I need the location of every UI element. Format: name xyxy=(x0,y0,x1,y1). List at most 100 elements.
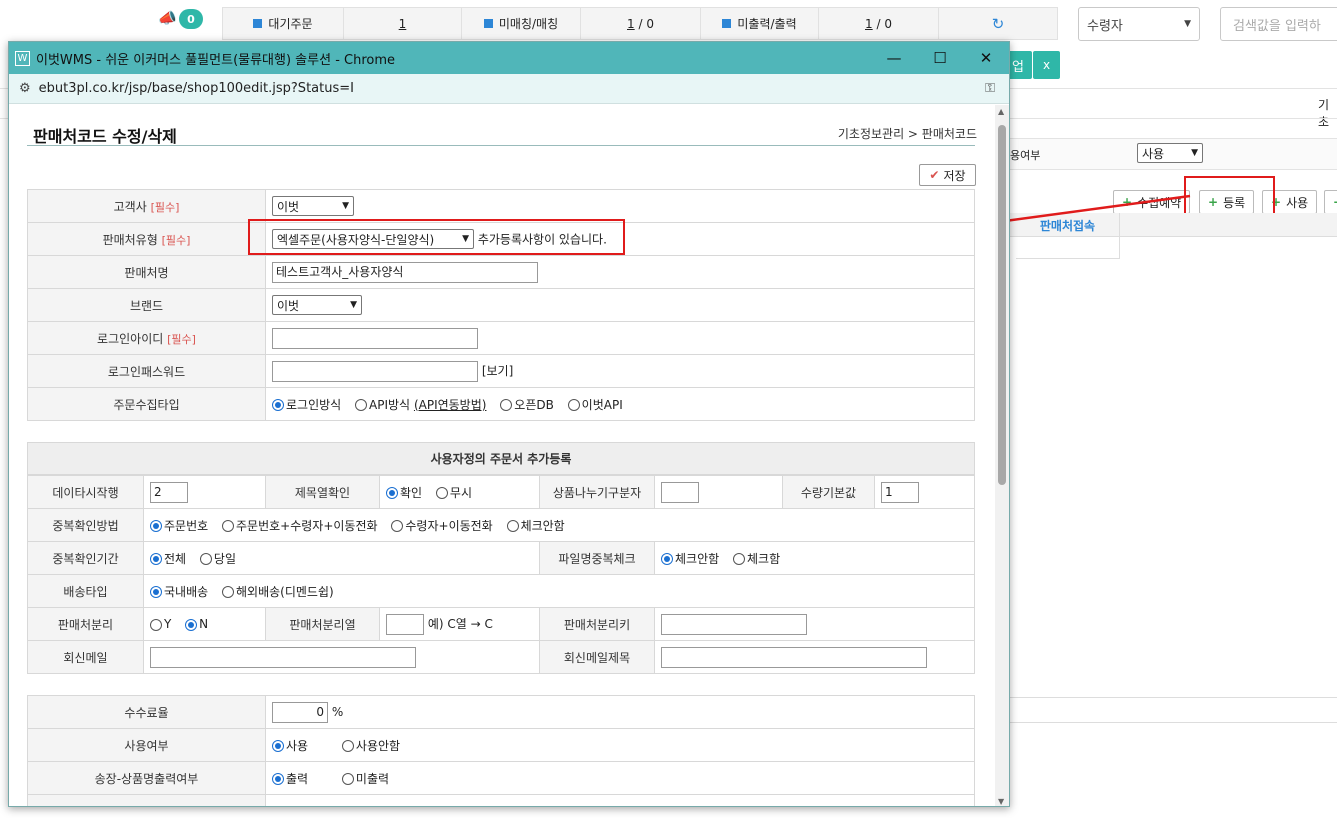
table-row: 판매처분리 Y N 판매처분리열 예) C열 → C 판매처분리키 xyxy=(27,607,975,641)
loginid-cell xyxy=(265,321,975,355)
close-icon[interactable]: ✕ xyxy=(963,42,1009,74)
qty-default-label: 수량기본값 xyxy=(782,475,875,509)
dup-none-radio[interactable]: 체크안함 xyxy=(506,519,565,533)
scroll-down-icon[interactable]: ▼ xyxy=(998,797,1004,806)
collect-ebutapi-radio[interactable]: 이벗API xyxy=(567,398,623,412)
brand-select[interactable]: 이벗 ▼ xyxy=(272,295,362,315)
dup-period-today-radio[interactable]: 당일 xyxy=(199,552,236,566)
shopname-input[interactable]: 테스트고객사_사용자양식 xyxy=(272,261,538,283)
collect-opendb-radio[interactable]: 오픈DB xyxy=(500,398,554,412)
bg-right-label: 기초 xyxy=(1318,98,1330,129)
shop-sep-y-radio[interactable]: Y xyxy=(150,617,171,631)
stat-waiting-value[interactable]: 1 xyxy=(344,8,462,39)
api-guide-link[interactable]: (API연동방법) xyxy=(414,398,487,412)
split-input[interactable] xyxy=(661,481,699,503)
fee-cell: 0 % xyxy=(265,695,975,729)
site-info-icon[interactable]: ⚙ xyxy=(19,81,31,96)
popup-titlebar[interactable]: W 이벗WMS - 쉬운 이커머스 풀필먼트(물류대행) 솔루션 - Chrom… xyxy=(9,42,1009,74)
address-bar[interactable]: ⚙ ebut3pl.co.kr/jsp/base/shop100edit.jsp… xyxy=(9,74,1009,104)
qty-default-input[interactable]: 1 xyxy=(881,481,919,503)
invoice-print-radio[interactable]: 출력 xyxy=(272,772,308,786)
shop-sep-key-cell xyxy=(654,607,975,641)
bg-bottom-divider xyxy=(1008,697,1337,698)
shopname-label: 판매처명 xyxy=(27,255,266,289)
title-col-ignore-radio[interactable]: 무시 xyxy=(435,486,472,500)
password-key-icon[interactable]: ⚿ xyxy=(985,81,995,96)
ship-domestic-radio[interactable]: 국내배송 xyxy=(150,585,208,599)
use-yes-radio[interactable]: 사용 xyxy=(272,739,308,753)
table-row: 브랜드 이벗 ▼ xyxy=(27,288,975,322)
popup-scrollbar[interactable]: ▲ ▼ xyxy=(995,105,1009,806)
use-no-radio[interactable]: 사용안함 xyxy=(341,739,400,753)
reply-mail-cell xyxy=(143,640,540,674)
more-button[interactable]: + xyxy=(1324,190,1337,214)
shop-sep-col-label: 판매처분리열 xyxy=(265,607,380,641)
dup-order-radio[interactable]: 주문번호 xyxy=(150,519,208,533)
popup-window: W 이벗WMS - 쉬운 이커머스 풀필먼트(물류대행) 솔루션 - Chrom… xyxy=(8,41,1010,807)
view-password-link[interactable]: [보기] xyxy=(482,364,513,378)
customer-select[interactable]: 이벗 ▼ xyxy=(272,196,354,216)
use-cell: 사용 사용안함 xyxy=(265,728,975,762)
file-dup-off-radio[interactable]: 체크안함 xyxy=(661,552,719,566)
table-row: 사용여부 사용 사용안함 xyxy=(27,728,975,762)
app-logo-icon: W xyxy=(15,50,30,66)
breadcrumb: 기초정보관리 > 판매처코드 xyxy=(837,127,977,141)
invoice-noprint-radio[interactable]: 미출력 xyxy=(341,772,389,786)
table-row: 회신메일 회신메일제목 xyxy=(27,640,975,674)
custom-section-title: 사용자정의 주문서 추가등록 xyxy=(27,442,975,475)
reply-subject-input[interactable] xyxy=(661,646,927,668)
notification-count-badge: 0 xyxy=(179,9,203,29)
table-row: 로그인아이디 [필수] xyxy=(27,321,975,355)
refresh-icon[interactable]: ↻ xyxy=(939,8,1057,39)
fee-input[interactable]: 0 xyxy=(272,701,328,723)
table-row: 중복확인방법 주문번호 주문번호+수령자+이동전화 수령자+이동전화 체크안함 xyxy=(27,508,975,542)
loginpw-input[interactable] xyxy=(272,360,478,382)
title-col-confirm-radio[interactable]: 확인 xyxy=(386,486,422,500)
collect-api-radio[interactable]: API방식 (API연동방법) xyxy=(355,398,486,412)
bg-close-button[interactable]: x xyxy=(1033,51,1060,79)
table-row: 중복확인기간 전체 당일 파일명중복체크 체크안함 체크함 xyxy=(27,541,975,575)
loginid-input[interactable] xyxy=(272,327,478,349)
minimize-icon[interactable]: — xyxy=(871,42,917,74)
page-title: 판매처코드 수정/삭제 xyxy=(33,127,177,146)
title-col-cell: 확인 무시 xyxy=(379,475,540,509)
url-text: ebut3pl.co.kr/jsp/base/shop100edit.jsp?S… xyxy=(38,81,354,96)
shop-sep-key-input[interactable] xyxy=(661,613,807,635)
table-row: 주문수집타입 로그인방식 API방식 (API연동방법) 오픈DB 이벗API xyxy=(27,387,975,421)
check-icon: ✔ xyxy=(929,168,940,182)
dup-receiver-radio[interactable]: 수령자+이동전화 xyxy=(391,519,493,533)
shop-sep-col-input[interactable] xyxy=(386,613,424,635)
dup-order-receiver-radio[interactable]: 주문번호+수령자+이동전화 xyxy=(222,519,378,533)
use-label: 사용여부 xyxy=(27,728,266,762)
shop-sep-n-radio[interactable]: N xyxy=(185,617,208,631)
reply-mail-input[interactable] xyxy=(150,646,416,668)
table-row: 고객사 [필수] 이벗 ▼ xyxy=(27,189,975,223)
save-button[interactable]: ✔ 저장 xyxy=(919,164,976,186)
maximize-icon[interactable]: ☐ xyxy=(917,42,963,74)
dup-period-cell: 전체 당일 xyxy=(143,541,540,575)
table-row: 데이타시작행 2 제목열확인 확인 무시 상품나누기구분자 수량기본값 1 xyxy=(27,475,975,509)
table-row xyxy=(27,794,975,806)
search-input[interactable]: 검색값을 입력하 xyxy=(1220,7,1337,41)
data-start-input[interactable]: 2 xyxy=(150,481,188,503)
stat-print-value[interactable]: 1 / 0 xyxy=(819,8,939,39)
table-row: 배송타입 국내배송 해외배송(디멘드쉽) xyxy=(27,574,975,608)
stat-matching-value[interactable]: 1 / 0 xyxy=(581,8,701,39)
bg-bottom-divider xyxy=(1008,722,1337,723)
cut-off-row-cell xyxy=(265,794,975,806)
ship-type-label: 배송타입 xyxy=(27,574,144,608)
scrollbar-thumb[interactable] xyxy=(998,125,1006,485)
shop-sep-col-example: 예) C열 → C xyxy=(427,616,493,631)
loginid-label: 로그인아이디 [필수] xyxy=(27,321,266,355)
brand-cell: 이벗 ▼ xyxy=(265,288,975,322)
notification-megaphone-icon[interactable]: 📣 xyxy=(158,9,177,27)
split-label: 상품나누기구분자 xyxy=(539,475,655,509)
collect-login-radio[interactable]: 로그인방식 xyxy=(272,398,341,412)
use-filter-select[interactable]: 사용 ▼ xyxy=(1137,143,1203,163)
dup-period-all-radio[interactable]: 전체 xyxy=(150,552,186,566)
title-divider xyxy=(27,145,975,146)
scroll-up-icon[interactable]: ▲ xyxy=(998,107,1004,116)
ship-overseas-radio[interactable]: 해외배송(디멘드쉽) xyxy=(222,585,334,599)
receiver-select[interactable]: 수령자 ▼ xyxy=(1078,7,1200,41)
file-dup-on-radio[interactable]: 체크함 xyxy=(733,552,780,566)
